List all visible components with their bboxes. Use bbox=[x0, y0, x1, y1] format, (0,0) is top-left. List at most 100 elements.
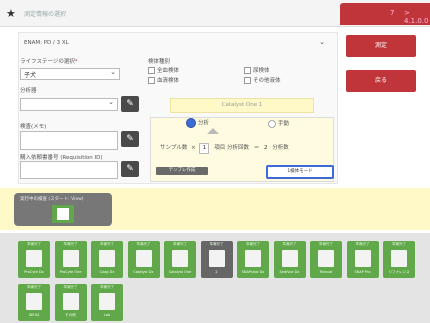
device-status: 準備完了 bbox=[100, 285, 114, 289]
checkbox[interactable] bbox=[244, 77, 251, 84]
device-icon bbox=[26, 293, 42, 310]
device-status: 準備完了 bbox=[282, 242, 297, 246]
device-name: リファレンス bbox=[388, 270, 410, 274]
device-tile[interactable]: 準備完了 Manual bbox=[310, 241, 342, 278]
patient-select-text: ENAM: PD / 3 XL bbox=[24, 40, 69, 46]
device-status: 準備完了 bbox=[392, 242, 406, 246]
edit-analyzer-button[interactable]: ✎ bbox=[121, 96, 139, 112]
home-star-icon[interactable]: ★ bbox=[6, 7, 16, 20]
note-input[interactable] bbox=[20, 131, 118, 150]
checkbox[interactable] bbox=[148, 77, 155, 84]
sample-count-input[interactable]: 1 bbox=[199, 143, 210, 154]
edit-note-button[interactable]: ✎ bbox=[121, 131, 139, 147]
device-name: Manual bbox=[319, 270, 333, 274]
device-status: 準備完了 bbox=[100, 242, 114, 246]
device-name: Catalyst Dx bbox=[133, 270, 154, 274]
device-tile[interactable]: 準備完了 Catalyst One bbox=[164, 241, 196, 278]
device-icon bbox=[99, 293, 115, 310]
device-name: IDEXX bbox=[28, 313, 40, 317]
device-label: Catalyst One 1 bbox=[170, 98, 314, 113]
device-status: 準備完了 bbox=[173, 242, 187, 246]
device-tile[interactable]: 準備完了 IDEXX bbox=[18, 284, 50, 321]
device-name: Lab bbox=[103, 313, 111, 317]
device-name: Catalyst One bbox=[168, 270, 192, 274]
workflow-caption: 実行中の検査 (スタート: View) bbox=[20, 197, 84, 202]
checkbox[interactable] bbox=[244, 67, 251, 74]
analyzer-glyph bbox=[57, 208, 69, 220]
device-icon bbox=[62, 293, 79, 310]
device-status: 準備完了 bbox=[136, 242, 151, 246]
device-icon bbox=[245, 250, 261, 267]
analyzer-label: 分析器 bbox=[20, 88, 37, 94]
device-icon bbox=[208, 250, 225, 267]
sample-option-4[interactable]: その他液体 bbox=[244, 76, 281, 84]
template-button[interactable]: テンプレ作成 bbox=[156, 167, 208, 175]
device-tile[interactable]: 準備完了 ProCyte Dx bbox=[18, 241, 50, 278]
device-status: 準備完了 bbox=[209, 242, 224, 246]
edit-requisition-button[interactable]: ✎ bbox=[121, 161, 139, 177]
device-status: 準備完了 bbox=[355, 242, 370, 246]
device-tile[interactable]: 準備完了 SediVue Dx bbox=[273, 241, 306, 278]
workflow-card[interactable]: 実行中の検査 (スタート: View) bbox=[14, 193, 112, 226]
device-tile[interactable]: 準備完了 Catalyst Dx bbox=[127, 241, 160, 278]
calc-formula: サンプル数 × 1 項目 分析回数 ＝ 2 分析数 bbox=[160, 143, 289, 154]
device-tile[interactable]: 準備完了 SNAP Pro bbox=[346, 241, 379, 278]
device-tile[interactable]: 準備完了 ProCyte One bbox=[54, 241, 87, 278]
device-tile[interactable]: 準備完了 2 bbox=[200, 241, 233, 278]
device-tile[interactable]: 準備完了 Coag Dx bbox=[91, 241, 123, 278]
sample-option-3[interactable]: 尿検体 bbox=[244, 66, 270, 74]
run-button[interactable]: 測定 bbox=[346, 35, 416, 57]
radio-unselected-icon bbox=[268, 119, 276, 128]
tab-indicator-1: 7 bbox=[390, 9, 395, 17]
single-sample-button[interactable]: 1検体モード bbox=[266, 165, 334, 179]
lifestage-value: 子犬 bbox=[24, 72, 37, 79]
device-icon bbox=[318, 250, 334, 267]
device-name: SediVue Dx bbox=[279, 270, 300, 274]
radio-analysis[interactable]: 分析 bbox=[186, 118, 209, 128]
radio-selected-icon bbox=[186, 118, 196, 128]
requisition-label: 購入依頼書番号 (Requisition ID) bbox=[20, 155, 103, 161]
device-icon bbox=[281, 250, 298, 267]
device-icon bbox=[62, 250, 79, 267]
requisition-input[interactable] bbox=[20, 161, 118, 179]
device-status: 準備完了 bbox=[63, 285, 78, 289]
device-name: SNAP Pro bbox=[354, 270, 371, 274]
back-button[interactable]: 戻る bbox=[346, 70, 416, 92]
device-status: 準備完了 bbox=[246, 242, 260, 246]
device-tile[interactable]: 準備完了リファレンス bbox=[383, 241, 415, 278]
sample-option-1[interactable]: 全血検体 bbox=[148, 66, 179, 74]
lifestage-label: ライフステージの選択* bbox=[20, 59, 78, 65]
device-icon bbox=[26, 250, 42, 267]
device-name: 2 bbox=[215, 270, 218, 274]
sample-option-2[interactable]: 血清検体 bbox=[148, 76, 179, 84]
patient-select[interactable]: ENAM: PD / 3 XL ⌄ bbox=[20, 37, 333, 49]
device-status: 準備完了 bbox=[27, 242, 41, 246]
chevron-down-icon: ⌄ bbox=[110, 68, 116, 76]
checkbox[interactable] bbox=[148, 67, 155, 74]
device-icon bbox=[135, 250, 152, 267]
workflow-analyzer-icon bbox=[52, 205, 74, 223]
device-icon bbox=[391, 250, 407, 267]
device-tile[interactable]: 準備完了 SNAPshot Dx bbox=[237, 241, 269, 278]
analyzer-select[interactable]: ⌄ bbox=[20, 98, 118, 111]
device-tile[interactable]: 準備完了 Lab bbox=[91, 284, 123, 321]
device-status: 準備完了 bbox=[27, 285, 41, 289]
device-name: ProCyte Dx bbox=[24, 270, 44, 274]
sample-type-label: 検体種別 bbox=[148, 59, 171, 65]
device-status: 準備完了 bbox=[319, 242, 333, 246]
device-status: 準備完了 bbox=[63, 242, 78, 246]
radio-manual[interactable]: 手動 bbox=[268, 119, 289, 128]
note-label: 検査(メモ) bbox=[20, 124, 47, 130]
device-icon bbox=[172, 250, 188, 267]
device-icon bbox=[354, 250, 371, 267]
chevron-down-icon: ⌄ bbox=[108, 98, 114, 106]
page-title: 測定情報の選択 bbox=[24, 11, 67, 18]
device-name: Coag Dx bbox=[99, 270, 115, 274]
device-name: ProCyte One bbox=[59, 270, 82, 274]
lifestage-select[interactable]: 子犬 ⌄ bbox=[20, 68, 120, 80]
header-red-tab[interactable]: 7 > 4.1.0.0 bbox=[340, 3, 430, 25]
device-name: その他 bbox=[65, 313, 76, 317]
device-icon bbox=[99, 250, 115, 267]
tab-indicator-2: > 4.1.0.0 bbox=[404, 9, 429, 25]
device-tile[interactable]: 準備完了 その他 bbox=[54, 284, 87, 321]
